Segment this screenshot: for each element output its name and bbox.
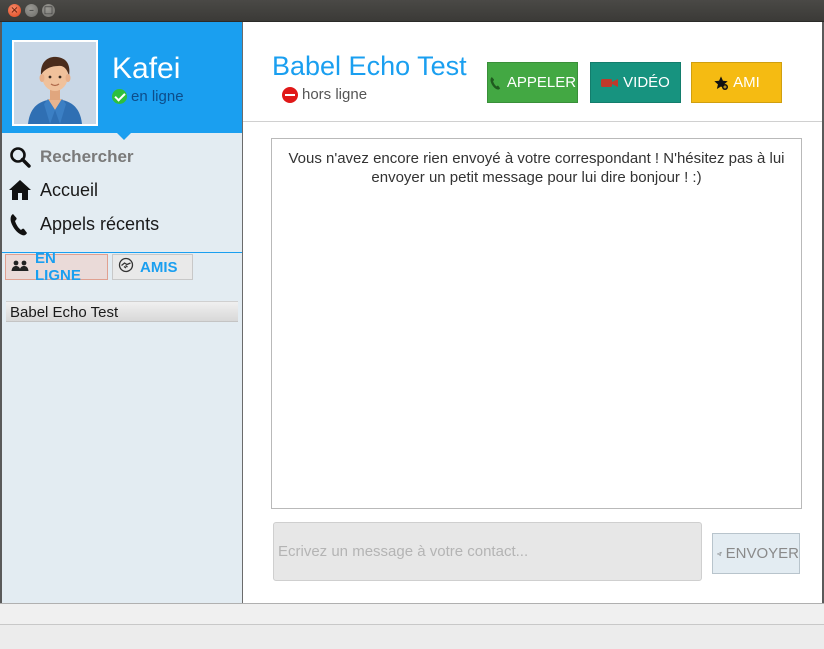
user-avatar-icon <box>14 42 96 124</box>
video-camera-icon <box>601 78 619 87</box>
message-history[interactable]: Vous n'avez encore rien envoyé à votre c… <box>271 138 802 509</box>
contact-status: hors ligne <box>282 86 367 103</box>
profile-card: Kafei en ligne <box>2 22 242 133</box>
contact-name: Babel Echo Test <box>272 51 467 81</box>
search-icon <box>8 145 32 169</box>
minimize-window-button[interactable]: – <box>25 4 38 17</box>
contact-list: Babel Echo Test <box>6 301 238 322</box>
profile-name: Kafei <box>112 52 181 85</box>
check-circle-icon <box>112 89 127 104</box>
star-icon <box>714 75 729 90</box>
call-button-label: APPELER <box>506 74 577 91</box>
bottom-bar <box>0 603 824 624</box>
close-icon: × <box>10 5 19 16</box>
phone-icon <box>490 76 500 90</box>
nav-search[interactable]: Rechercher <box>8 142 134 172</box>
status-bar <box>0 624 824 649</box>
nav-home-label: Accueil <box>40 179 99 200</box>
users-icon <box>11 259 29 276</box>
nav-recent-label: Appels récents <box>40 213 160 234</box>
contact-status-label: hors ligne <box>302 86 368 103</box>
sidebar: Kafei en ligne Rechercher Accueil Appels… <box>2 22 243 603</box>
app-window: × – □ Kafei en ligne Rechercher Accueil … <box>0 0 824 649</box>
home-icon <box>8 178 32 202</box>
title-bar[interactable]: × – □ <box>0 0 824 22</box>
profile-status: en ligne <box>112 88 184 105</box>
send-button[interactable]: ENVOYER <box>712 533 800 574</box>
close-window-button[interactable]: × <box>8 4 21 17</box>
profile-status-label: en ligne <box>131 88 184 105</box>
tab-friends-label: AMIS <box>140 258 178 276</box>
maximize-icon: □ <box>43 5 54 16</box>
phone-icon <box>8 212 32 236</box>
send-button-label: ENVOYER <box>725 545 799 562</box>
contact-list-item[interactable]: Babel Echo Test <box>6 301 238 322</box>
profile-caret <box>116 132 132 140</box>
add-friend-button[interactable]: AMI <box>691 62 782 103</box>
paper-plane-icon <box>717 551 722 556</box>
handshake-icon <box>118 257 134 277</box>
nav-search-label: Rechercher <box>40 147 134 166</box>
tab-online-label: EN LIGNE <box>35 250 81 284</box>
tab-friends[interactable]: AMIS <box>112 254 193 280</box>
empty-conversation-message: Vous n'avez encore rien envoyé à votre c… <box>288 150 785 186</box>
video-button[interactable]: VIDÉO <box>590 62 681 103</box>
add-friend-button-label: AMI <box>733 74 760 91</box>
call-button[interactable]: APPELER <box>487 62 578 103</box>
no-entry-icon <box>282 86 298 103</box>
avatar[interactable] <box>12 40 98 126</box>
conversation-header: Babel Echo Test hors ligne APPELER VIDÉO… <box>243 22 822 122</box>
message-input[interactable] <box>273 522 702 581</box>
nav-home[interactable]: Accueil <box>8 175 98 205</box>
video-button-label: VIDÉO <box>623 74 670 91</box>
conversation-panel: Babel Echo Test hors ligne APPELER VIDÉO… <box>243 22 822 603</box>
tab-online[interactable]: EN LIGNE <box>5 250 108 284</box>
nav-recent-calls[interactable]: Appels récents <box>8 209 159 239</box>
minimize-icon: – <box>29 5 34 16</box>
maximize-window-button[interactable]: □ <box>42 4 55 17</box>
